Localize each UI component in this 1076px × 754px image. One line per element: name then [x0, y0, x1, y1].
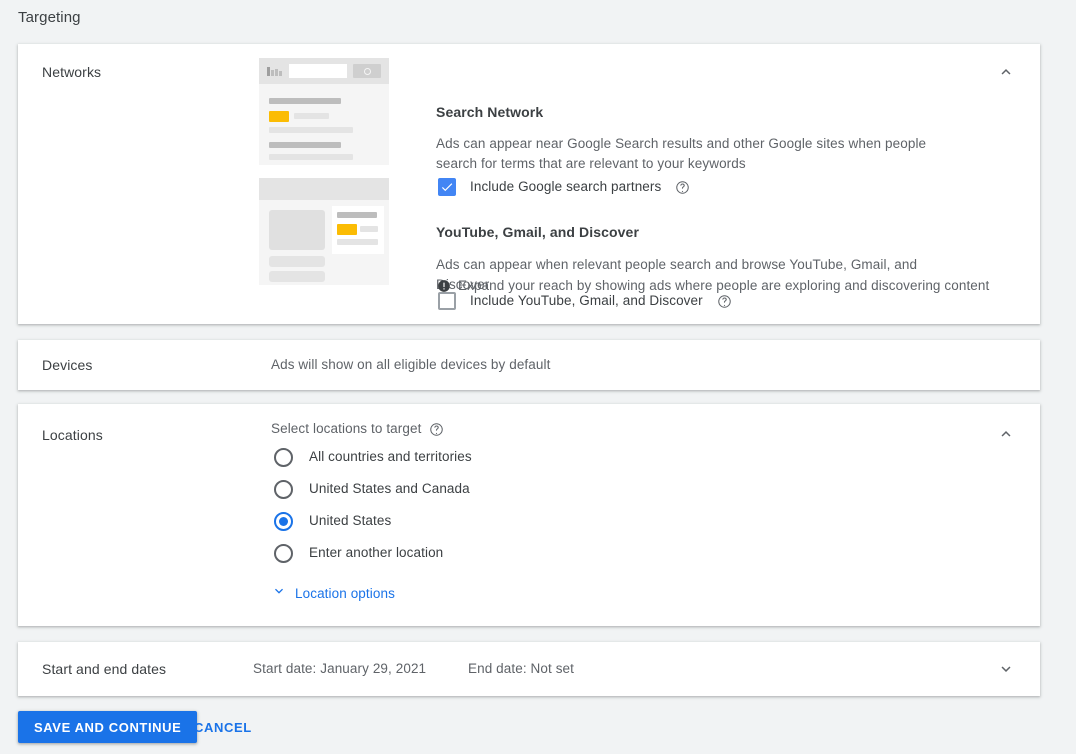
- discover-network-title: YouTube, Gmail, and Discover: [436, 222, 639, 242]
- exclamation-circle-icon: [437, 279, 451, 293]
- radio-button[interactable]: [274, 448, 293, 467]
- include-search-partners-row[interactable]: Include Google search partners: [438, 177, 690, 197]
- thumbnail-line: [360, 226, 378, 232]
- search-network-title: Search Network: [436, 102, 543, 122]
- locations-section-label: Locations: [42, 425, 103, 445]
- locations-collapse-toggle[interactable]: [994, 422, 1018, 446]
- location-option-all-countries[interactable]: All countries and territories: [274, 447, 472, 467]
- networks-collapse-toggle[interactable]: [994, 60, 1018, 84]
- dates-card: Start and end dates Start date: January …: [18, 642, 1040, 696]
- devices-card[interactable]: Devices Ads will show on all eligible de…: [18, 340, 1040, 390]
- help-circle-icon[interactable]: [429, 422, 444, 437]
- location-option-label: United States and Canada: [309, 479, 470, 499]
- location-options-link-label: Location options: [295, 584, 395, 604]
- thumbnail-line: [294, 113, 329, 119]
- search-results-thumbnail: [259, 58, 389, 165]
- page-title: Targeting: [18, 8, 81, 28]
- thumbnail-line: [337, 212, 377, 218]
- thumbnail-top-bar: [259, 178, 389, 200]
- save-and-continue-button[interactable]: SAVE AND CONTINUE: [18, 711, 197, 743]
- radio-button[interactable]: [274, 480, 293, 499]
- end-date-value: End date: Not set: [468, 659, 574, 679]
- discover-reach-notice: Expand your reach by showing ads where p…: [437, 276, 989, 296]
- thumbnail-search-input: [289, 64, 347, 78]
- thumbnail-strip: [269, 271, 325, 282]
- chevron-down-icon: [997, 660, 1015, 678]
- thumbnail-line: [269, 142, 341, 148]
- devices-section-label: Devices: [42, 355, 93, 375]
- thumbnail-side-panel: [332, 206, 384, 254]
- thumbnail-ad-badge: [269, 111, 289, 122]
- networks-card: Networks Search Network Ads can appear n…: [18, 44, 1040, 324]
- locations-card: Locations Select locations to target All…: [18, 404, 1040, 626]
- help-circle-icon[interactable]: [675, 180, 690, 195]
- dates-expand-toggle[interactable]: [994, 657, 1018, 681]
- devices-value: Ads will show on all eligible devices by…: [271, 355, 550, 375]
- thumbnail-line: [337, 239, 378, 245]
- location-option-label: All countries and territories: [309, 447, 472, 467]
- radio-button-selected[interactable]: [274, 512, 293, 531]
- thumbnail-line: [269, 154, 353, 160]
- youtube-discover-thumbnail: [259, 178, 389, 285]
- locations-sub-label-row: Select locations to target: [271, 419, 444, 439]
- location-options-link[interactable]: Location options: [271, 583, 395, 604]
- thumbnail-search-button: [353, 64, 381, 78]
- thumbnail-line: [269, 127, 353, 133]
- chevron-up-icon: [997, 63, 1015, 81]
- location-option-us-canada[interactable]: United States and Canada: [274, 479, 470, 499]
- chevron-up-icon: [997, 425, 1015, 443]
- start-date-value: Start date: January 29, 2021: [253, 659, 426, 679]
- locations-sub-label: Select locations to target: [271, 419, 421, 439]
- location-option-another-location[interactable]: Enter another location: [274, 543, 443, 563]
- radio-button[interactable]: [274, 544, 293, 563]
- chevron-down-icon: [271, 583, 287, 604]
- dates-section-label: Start and end dates: [42, 659, 166, 679]
- location-option-label: Enter another location: [309, 543, 443, 563]
- thumbnail-ad-badge: [337, 224, 357, 235]
- networks-section-label: Networks: [42, 62, 101, 82]
- location-option-united-states[interactable]: United States: [274, 511, 391, 531]
- google-logo-placeholder: [267, 67, 285, 76]
- include-search-partners-label: Include Google search partners: [470, 177, 661, 197]
- thumbnail-video-placeholder: [269, 210, 325, 250]
- cancel-button[interactable]: CANCEL: [186, 711, 260, 743]
- include-search-partners-checkbox[interactable]: [438, 178, 456, 196]
- discover-reach-notice-text: Expand your reach by showing ads where p…: [458, 276, 989, 296]
- thumbnail-line: [269, 98, 341, 104]
- search-network-description: Ads can appear near Google Search result…: [436, 134, 966, 174]
- location-option-label: United States: [309, 511, 391, 531]
- thumbnail-strip: [269, 256, 325, 267]
